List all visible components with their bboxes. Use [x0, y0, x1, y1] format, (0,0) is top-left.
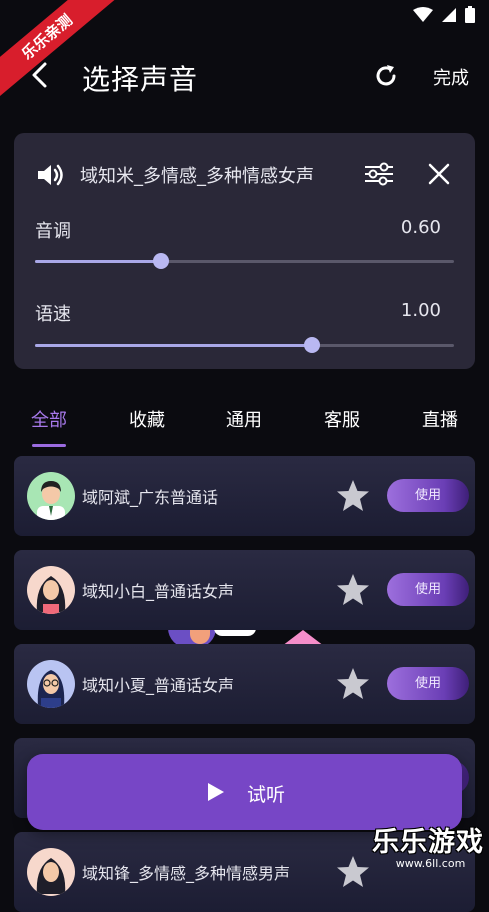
- chevron-left-icon: [32, 62, 47, 88]
- voice-settings-card: 域知米_多情感_多种情感女声 音调 0.60 语速 1.00: [14, 133, 475, 369]
- voice-name: 域阿斌_广东普通话: [82, 488, 219, 507]
- female-avatar-icon: [27, 566, 75, 614]
- star-icon: [337, 480, 369, 511]
- favorite-button[interactable]: [335, 572, 371, 608]
- female-glasses-avatar-icon: [27, 660, 75, 708]
- voice-list-item[interactable]: 域知小白_普通话女声 使用: [14, 550, 475, 630]
- done-button[interactable]: 完成: [433, 64, 469, 90]
- tab-favorites[interactable]: 收藏: [129, 406, 165, 432]
- star-icon: [337, 856, 369, 887]
- page-title: 选择声音: [82, 63, 199, 96]
- status-icons: [413, 6, 475, 23]
- wifi-icon: [413, 6, 433, 22]
- tab-live[interactable]: 直播: [422, 406, 458, 432]
- star-icon: [337, 668, 369, 699]
- play-icon: [208, 783, 224, 801]
- use-voice-button[interactable]: 使用: [387, 573, 469, 606]
- favorite-button[interactable]: [335, 478, 371, 514]
- battery-icon: [465, 6, 475, 23]
- pitch-slider-handle[interactable]: [152, 253, 169, 269]
- voice-list-item[interactable]: 域阿斌_广东普通话 使用: [14, 456, 475, 536]
- header: 选择声音 完成: [0, 50, 489, 106]
- selected-voice-name: 域知米_多情感_多种情感女声: [80, 166, 314, 187]
- favorite-button[interactable]: [335, 666, 371, 702]
- favorite-button[interactable]: [335, 854, 371, 890]
- signal-icon: [442, 7, 456, 22]
- pitch-slider[interactable]: [35, 253, 454, 269]
- voice-name: 域知小白_普通话女声: [82, 582, 235, 601]
- sliders-icon: [365, 162, 393, 186]
- watermark: 乐乐游戏 www.6ll.com: [372, 820, 489, 871]
- use-voice-button[interactable]: 使用: [387, 479, 469, 512]
- close-button[interactable]: [428, 163, 450, 185]
- refresh-icon: [376, 65, 396, 86]
- active-tab-indicator: [32, 444, 66, 447]
- pitch-value: 0.60: [400, 217, 441, 238]
- category-tabs: 全部 收藏 通用 客服 直播: [0, 398, 489, 450]
- voice-list-item[interactable]: 域知小夏_普通话女声 使用: [14, 644, 475, 724]
- watermark-text: 乐乐游戏: [372, 827, 484, 858]
- speed-slider-fill: [35, 344, 312, 347]
- close-icon: [428, 163, 450, 185]
- voice-name: 域知锋_多情感_多种情感男声: [82, 864, 291, 883]
- speed-slider-handle[interactable]: [303, 337, 320, 353]
- pitch-label: 音调: [35, 221, 71, 242]
- female-avatar-icon: [27, 848, 75, 896]
- preview-label: 试听: [247, 784, 286, 806]
- tab-customer-service[interactable]: 客服: [324, 406, 360, 432]
- preview-button[interactable]: 试听: [27, 754, 462, 830]
- speed-slider[interactable]: [35, 337, 454, 353]
- tab-all[interactable]: 全部: [31, 406, 67, 432]
- adjust-button[interactable]: [364, 161, 394, 187]
- pitch-slider-fill: [35, 260, 161, 263]
- voice-name: 域知小夏_普通话女声: [82, 676, 235, 695]
- use-voice-button[interactable]: 使用: [387, 667, 469, 700]
- star-icon: [337, 574, 369, 605]
- speaker-icon: [38, 164, 63, 186]
- back-button[interactable]: [26, 60, 56, 90]
- male-avatar-icon: [27, 472, 75, 520]
- speed-value: 1.00: [400, 300, 441, 321]
- speed-label: 语速: [35, 304, 71, 325]
- refresh-button[interactable]: [372, 62, 400, 90]
- tab-general[interactable]: 通用: [226, 406, 262, 432]
